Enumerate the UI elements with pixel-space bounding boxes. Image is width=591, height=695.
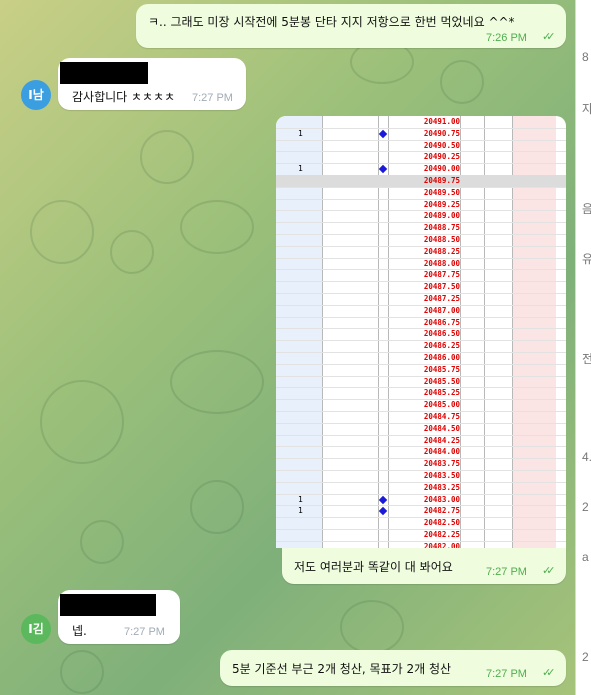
doodle-circle xyxy=(180,200,254,254)
message-time: 7:26 PM xyxy=(486,32,527,44)
price-label: 20486.50 xyxy=(423,329,460,339)
price-label: 20483.75 xyxy=(423,459,460,469)
right-panel-text: 2 xyxy=(582,500,589,514)
right-panel-text: 음 xyxy=(582,200,591,217)
doodle-circle xyxy=(190,480,244,534)
avatar[interactable]: I남 xyxy=(21,80,51,110)
price-label: 20490.25 xyxy=(423,152,460,162)
message-bubble-outgoing[interactable]: 저도 여러분과 똑같이 대 봐어요 7:27 PM ✓✓ xyxy=(282,548,566,584)
order-quantity: 1 xyxy=(298,128,303,138)
price-label: 20491.00 xyxy=(423,117,460,126)
right-panel-text: 전 xyxy=(582,350,591,367)
redacted-sender-name xyxy=(60,594,156,616)
price-label: 20488.25 xyxy=(423,246,460,256)
price-label: 20486.75 xyxy=(423,317,460,327)
read-check-icon: ✓✓ xyxy=(542,564,556,577)
read-check-icon: ✓✓ xyxy=(542,666,556,679)
price-label: 20487.25 xyxy=(423,294,460,303)
order-quantity: 1 xyxy=(298,164,303,174)
price-label: 20490.00 xyxy=(423,164,460,174)
doodle-circle xyxy=(30,200,94,264)
price-label: 20482.50 xyxy=(423,518,460,528)
message-time: 7:27 PM xyxy=(486,668,527,680)
order-quantity: 1 xyxy=(298,506,303,516)
price-label: 20486.25 xyxy=(423,341,460,351)
price-label: 20485.25 xyxy=(423,388,460,398)
price-label: 20489.00 xyxy=(423,211,460,221)
price-label: 20489.25 xyxy=(423,199,460,209)
price-label: 20485.00 xyxy=(423,400,460,410)
doodle-circle xyxy=(170,350,264,414)
right-panel-text: 8 xyxy=(582,50,589,64)
dom-ladder-screenshot[interactable]: 20491.00 20490.75 1 20490.50 20490.25 20490.0… xyxy=(276,116,566,548)
right-panel-text: 유 xyxy=(582,250,591,267)
doodle-circle xyxy=(40,380,124,464)
message-text: 감사합니다 ㅊㅊㅊㅊ xyxy=(72,90,176,104)
doodle-circle xyxy=(80,520,124,564)
price-label: 20487.50 xyxy=(423,282,460,292)
right-panel-text: 자 xyxy=(582,100,591,117)
message-bubble-outgoing[interactable]: ㅋ.. 그래도 미장 시작전에 5분봉 단타 지지 저항으로 한번 먹었네요 ^… xyxy=(136,4,566,48)
price-label: 20484.50 xyxy=(423,423,460,433)
price-label: 20489.75 xyxy=(423,176,460,185)
price-label: 20490.75 xyxy=(423,128,460,138)
read-check-icon: ✓✓ xyxy=(542,30,556,43)
price-label: 20483.50 xyxy=(423,471,460,480)
price-label: 20482.75 xyxy=(423,506,460,516)
price-label: 20488.75 xyxy=(423,223,460,233)
price-label: 20487.75 xyxy=(423,270,460,280)
price-label: 20488.50 xyxy=(423,235,460,244)
avatar[interactable]: I김 xyxy=(21,614,51,644)
message-text: 넵. xyxy=(72,624,87,638)
doodle-circle xyxy=(440,60,484,104)
right-panel-text: 2 xyxy=(582,650,589,664)
message-time: 7:27 PM xyxy=(486,566,527,578)
price-label: 20484.00 xyxy=(423,447,460,457)
right-side-panel: 8 자음유전 4. 2 a 2 xyxy=(575,0,591,695)
message-time: 7:27 PM xyxy=(192,92,233,104)
message-text: ㅋ.. 그래도 미장 시작전에 5분봉 단타 지지 저항으로 한번 먹었네요 ^… xyxy=(148,15,515,29)
message-bubble-incoming[interactable]: 넵. 7:27 PM xyxy=(58,590,180,644)
message-bubble-incoming[interactable]: 감사합니다 ㅊㅊㅊㅊ 7:27 PM xyxy=(58,58,246,110)
price-label: 20486.00 xyxy=(423,353,460,362)
price-label: 20489.50 xyxy=(423,187,460,197)
price-label: 20484.25 xyxy=(423,435,460,445)
price-label: 20485.50 xyxy=(423,376,460,386)
price-label: 20490.50 xyxy=(423,140,460,150)
message-time: 7:27 PM xyxy=(124,626,165,638)
right-panel-text: a xyxy=(582,550,589,564)
message-bubble-outgoing[interactable]: 5분 기준선 부근 2개 청산, 목표가 2개 청산 7:27 PM ✓✓ xyxy=(220,650,566,686)
price-label: 20483.00 xyxy=(423,494,460,504)
redacted-sender-name xyxy=(60,62,148,84)
message-text: 5분 기준선 부근 2개 청산, 목표가 2개 청산 xyxy=(232,662,452,676)
doodle-circle xyxy=(340,600,404,654)
price-label: 20485.75 xyxy=(423,364,460,374)
doodle-circle xyxy=(140,130,194,184)
price-label: 20487.00 xyxy=(423,305,460,315)
doodle-circle xyxy=(60,650,104,694)
right-panel-text: 4. xyxy=(582,450,591,464)
message-text: 저도 여러분과 똑같이 대 봐어요 xyxy=(294,560,453,574)
doodle-circle xyxy=(110,230,154,274)
price-label: 20482.25 xyxy=(423,530,460,539)
price-label: 20488.00 xyxy=(423,258,460,268)
order-quantity: 1 xyxy=(298,494,303,504)
price-label: 20483.25 xyxy=(423,482,460,492)
price-ladder-grid: 20491.00 20490.75 1 20490.50 20490.25 20490.0… xyxy=(276,116,566,548)
price-label: 20484.75 xyxy=(423,412,460,421)
